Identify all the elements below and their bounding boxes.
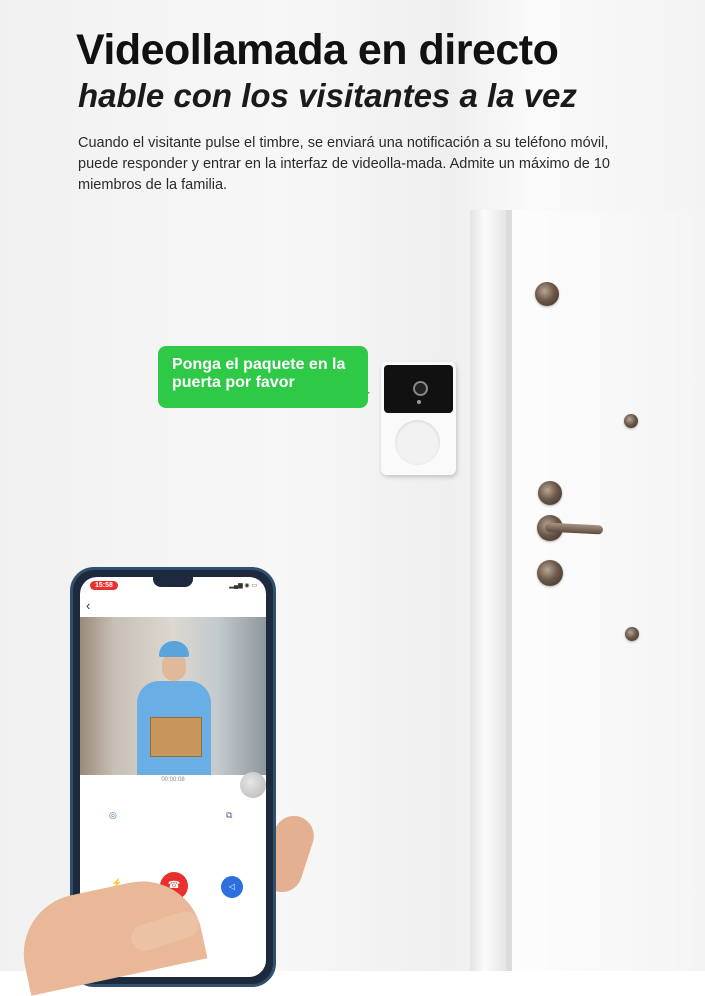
speech-bubble-tail bbox=[358, 392, 370, 406]
door bbox=[512, 210, 705, 971]
door-hinge-low bbox=[625, 627, 639, 641]
door-hinge-top bbox=[535, 282, 559, 306]
speech-bubble: Ponga el paquete en la puerta por favor bbox=[158, 346, 368, 408]
doorbell-button[interactable] bbox=[395, 420, 440, 465]
signal-battery-icon: ▂▄▆ ◉ ▭ bbox=[229, 583, 257, 589]
door-lock-lower bbox=[537, 560, 563, 586]
door-frame bbox=[470, 210, 506, 971]
phone-notch bbox=[153, 577, 193, 587]
doorbell-camera-panel bbox=[384, 365, 453, 413]
call-timer: 00:00:08 bbox=[161, 777, 185, 783]
door-hinge-mid bbox=[624, 414, 638, 428]
live-video-feed bbox=[80, 617, 266, 775]
doorbell-led bbox=[417, 400, 421, 404]
page-title: Videollamada en directo bbox=[76, 26, 559, 74]
parcel-box bbox=[150, 717, 202, 757]
screenshot-icon[interactable]: ⧉ bbox=[226, 810, 232, 821]
door-lock-upper bbox=[538, 481, 562, 505]
camera-icon[interactable]: ◎ bbox=[109, 810, 117, 821]
speaker-icon: ◁ bbox=[228, 882, 236, 891]
page-subtitle: hable con los visitantes a la vez bbox=[78, 77, 577, 114]
video-doorbell bbox=[381, 362, 456, 475]
status-time: 15:58 bbox=[90, 581, 118, 590]
camera-lens-icon bbox=[413, 381, 428, 396]
delivery-person-cap bbox=[159, 641, 189, 657]
speaker-button[interactable]: ◁ bbox=[221, 876, 243, 898]
description-text: Cuando el visitante pulse el timbre, se … bbox=[78, 135, 610, 193]
delivery-person-face bbox=[162, 653, 186, 681]
back-chevron-icon[interactable]: ‹ bbox=[86, 599, 90, 612]
floating-assistive-button[interactable] bbox=[240, 772, 266, 798]
